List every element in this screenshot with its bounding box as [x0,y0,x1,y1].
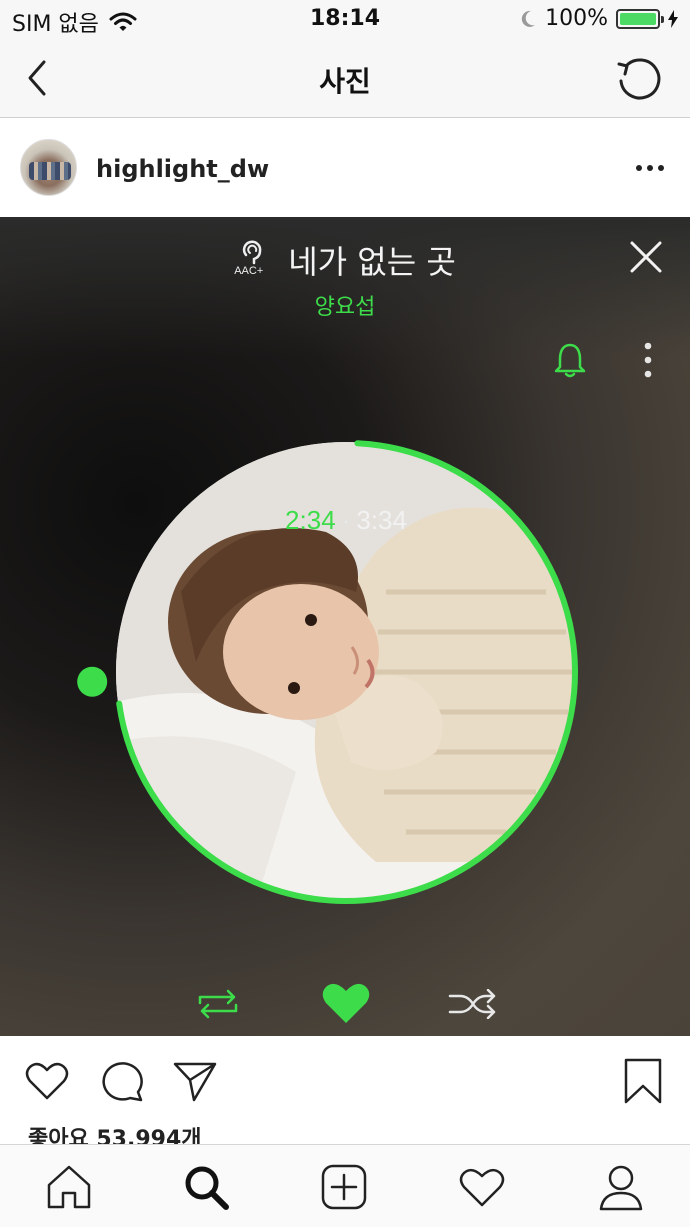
album-disc: 2:34 · 3:34 [113,439,579,905]
search-icon [185,1166,229,1210]
artist-name: 양요섭 [314,295,376,320]
battery-level [620,12,656,25]
player-controls [0,981,690,1027]
like-icon [25,1062,69,1100]
status-right: 100% [519,6,678,31]
comment-button[interactable] [100,1058,146,1104]
status-bar: SIM 없음 18:14 100% [0,0,690,38]
activity-icon [459,1168,505,1207]
bookmark-icon [624,1058,662,1104]
post-actions: 좋아요 53,994개 [0,1036,690,1144]
charging-icon [668,9,678,28]
time-separator: · [341,505,351,535]
total-time: 3:34 [356,505,407,535]
like-song-button[interactable] [321,981,371,1025]
tab-activity[interactable] [458,1163,506,1211]
share-icon [173,1062,217,1102]
add-icon [321,1164,367,1210]
shuffle-button[interactable] [448,988,498,1020]
username[interactable]: highlight_dw [96,155,269,183]
home-icon [47,1165,91,1209]
battery-percent: 100% [545,6,608,31]
close-icon [630,241,662,273]
bell-button[interactable] [552,341,588,379]
post-image[interactable]: AAC+ 네가 없는 곳 양요섭 2:34 · 3:34 [0,217,690,1036]
avatar[interactable] [20,139,77,196]
shuffle-icon [448,988,496,1020]
current-time: 2:34 [285,505,336,535]
more-icon[interactable] [636,165,664,171]
song-title: 네가 없는 곳 [288,243,456,281]
tab-profile[interactable] [597,1163,645,1211]
vertical-more-button[interactable] [644,341,652,379]
profile-icon [599,1165,643,1211]
more-dot [658,165,664,171]
song-title-row: AAC+ 네가 없는 곳 [0,237,690,283]
close-button[interactable] [626,237,666,277]
battery-icon [616,8,664,29]
tab-search[interactable] [182,1163,230,1211]
vertical-more-icon [644,342,652,378]
share-button[interactable] [172,1058,218,1104]
like-button[interactable] [24,1058,70,1104]
aac-label: AAC+ [234,265,264,277]
bell-icon [554,343,586,378]
tab-home[interactable] [45,1163,93,1211]
more-dot [647,165,653,171]
navigation-bar: 사진 [0,38,690,118]
aac-icon: AAC+ [234,239,274,281]
refresh-button[interactable] [614,54,664,104]
tab-add[interactable] [320,1163,368,1211]
time-display: 2:34 · 3:34 [113,505,579,536]
repeat-button[interactable] [194,989,242,1019]
refresh-icon [617,58,661,100]
repeat-icon [198,989,238,1019]
page-title: 사진 [319,65,371,98]
moon-icon [521,10,536,27]
progress-knob[interactable] [77,666,108,697]
post-header: highlight_dw [0,119,690,217]
more-dot [636,165,642,171]
comment-icon [102,1062,143,1102]
likes-count[interactable]: 좋아요 53,994개 [28,1126,202,1144]
heart-icon [322,983,370,1023]
tab-bar [0,1144,690,1227]
bookmark-button[interactable] [620,1058,666,1104]
